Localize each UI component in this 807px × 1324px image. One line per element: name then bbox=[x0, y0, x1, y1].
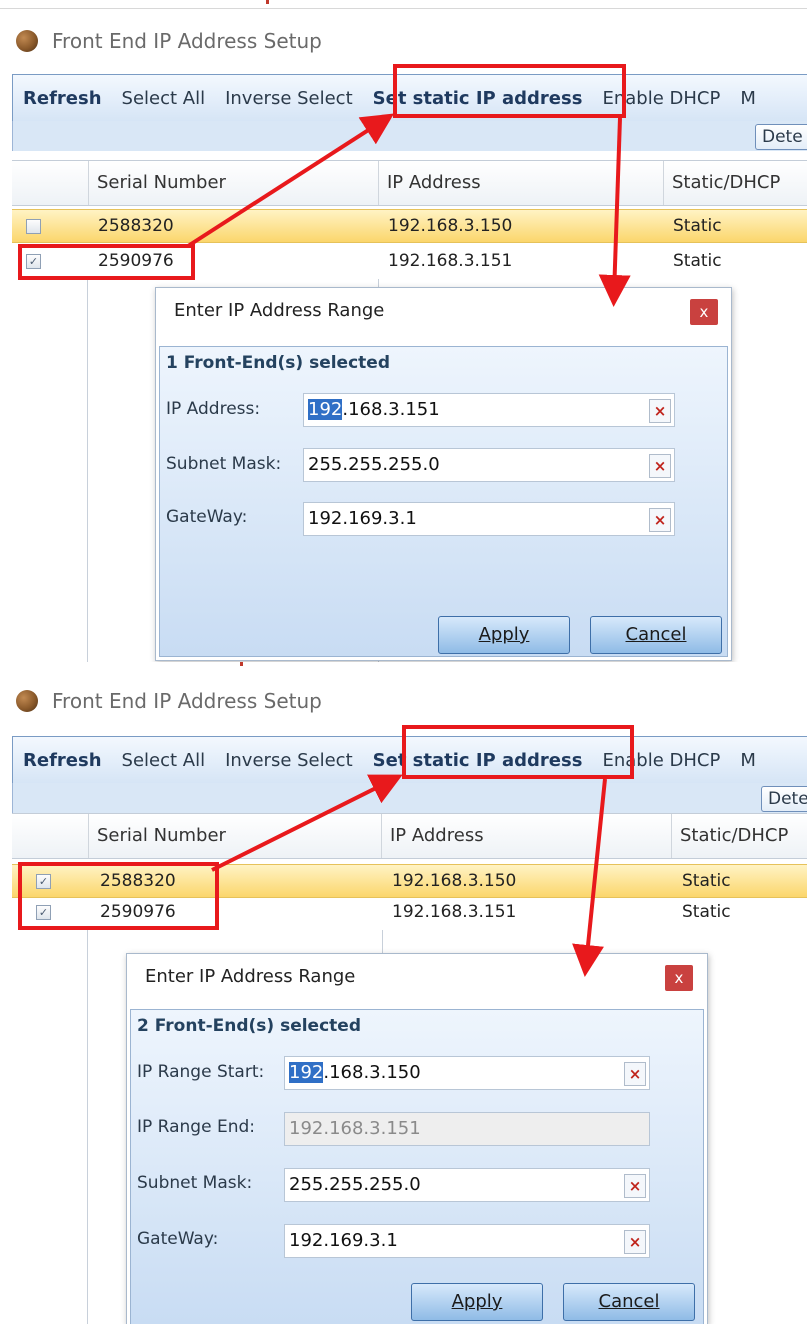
arrow-to-toolbar bbox=[186, 113, 395, 248]
callout-arrows bbox=[211, 774, 607, 977]
panel-range-selection: Front End IP Address Setup Refresh Selec… bbox=[0, 662, 807, 1324]
arrow-to-toolbar bbox=[211, 774, 403, 872]
callout-arrows bbox=[186, 113, 631, 307]
arrow-to-dialog bbox=[572, 778, 607, 977]
arrow-to-dialog bbox=[598, 117, 631, 307]
panel-single-selection: Front End IP Address Setup Refresh Selec… bbox=[0, 0, 807, 662]
